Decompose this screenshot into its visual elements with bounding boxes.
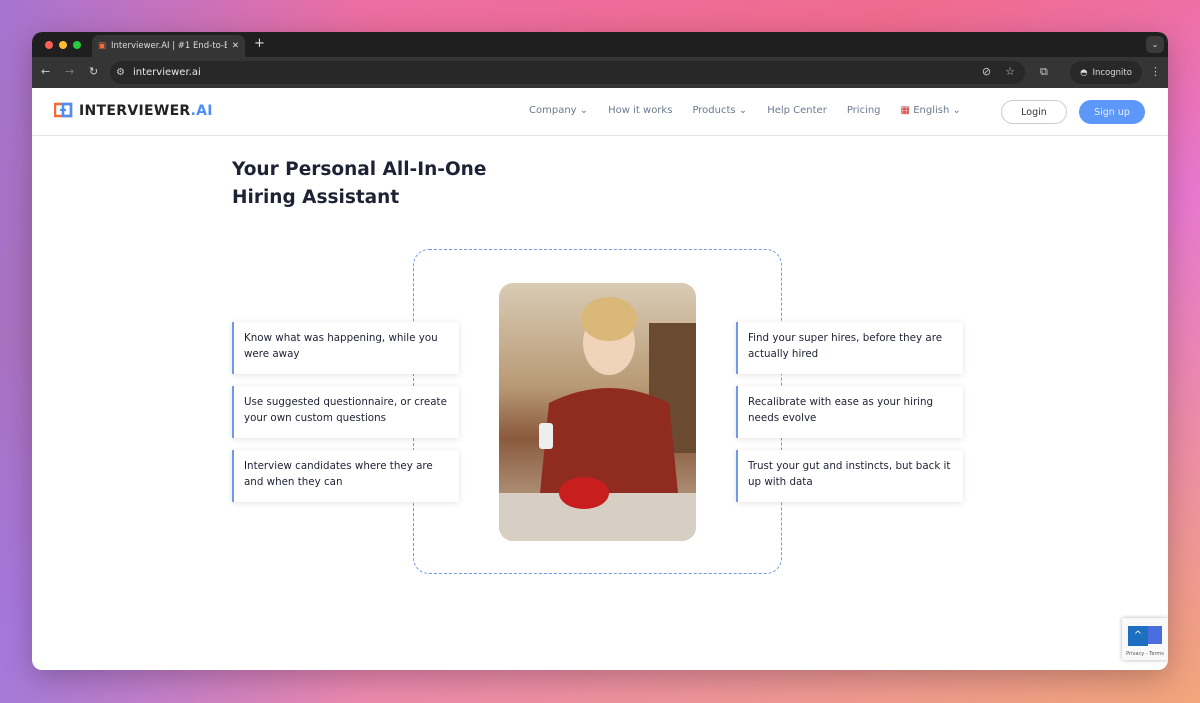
url-text: interviewer.ai <box>132 67 201 78</box>
nav-pricing[interactable]: Pricing <box>847 105 881 116</box>
close-window-button[interactable] <box>45 41 53 49</box>
address-bar[interactable]: ⚙ interviewer.ai ⊘ ☆ <box>110 61 1025 84</box>
site-settings-icon[interactable]: ⚙ <box>116 67 125 78</box>
back-icon[interactable]: ← <box>41 65 50 78</box>
incognito-badge[interactable]: ◓ Incognito <box>1070 61 1142 84</box>
woman-with-phone-image <box>499 283 696 541</box>
feature-card: Trust your gut and instincts, but back i… <box>736 450 963 502</box>
feature-card: Know what was happening, while you were … <box>232 322 459 374</box>
scroll-to-top-button[interactable]: ^ <box>1128 626 1148 646</box>
logo-suffix: .AI <box>190 103 213 119</box>
browser-toolbar: ← → ↻ ⚙ interviewer.ai ⊘ ☆ ⧉ ◓ Incognito ⋮ <box>32 57 1168 88</box>
main-nav: Company ⌄ How it works Products ⌄ Help C… <box>529 105 961 116</box>
close-tab-icon[interactable]: ✕ <box>232 41 239 51</box>
logo-chat-icon <box>54 102 73 118</box>
recaptcha-badge[interactable]: ^ Privacy - Terms <box>1122 618 1168 660</box>
language-selector[interactable]: ▦ English ⌄ <box>901 105 961 116</box>
bookmark-star-icon[interactable]: ☆ <box>1005 65 1015 78</box>
maximize-window-button[interactable] <box>73 41 81 49</box>
feature-card: Find your super hires, before they are a… <box>736 322 963 374</box>
login-button[interactable]: Login <box>1001 100 1067 124</box>
new-tab-button[interactable]: + <box>254 36 265 51</box>
recaptcha-logo-icon <box>1148 626 1162 644</box>
logo-text: INTERVIEWER <box>79 103 191 119</box>
tab-search-button[interactable]: ⌄ <box>1146 36 1164 53</box>
minimize-window-button[interactable] <box>59 41 67 49</box>
feature-card: Use suggested questionnaire, or create y… <box>232 386 459 438</box>
photo-illustration <box>499 297 696 541</box>
favicon-icon: ▣ <box>98 41 107 51</box>
browser-window: ▣ Interviewer.AI | #1 End-to-End ✕ + ⌄ ←… <box>32 32 1168 670</box>
browser-tab[interactable]: ▣ Interviewer.AI | #1 End-to-End ✕ <box>92 35 245 57</box>
page-title: Your Personal All-In-One Hiring Assistan… <box>232 159 487 208</box>
incognito-icon: ◓ <box>1080 67 1088 78</box>
signup-button[interactable]: Sign up <box>1079 100 1145 124</box>
tab-title: Interviewer.AI | #1 End-to-End <box>111 41 227 51</box>
nav-help-center[interactable]: Help Center <box>767 105 827 116</box>
logo[interactable]: INTERVIEWER .AI <box>54 102 213 120</box>
tab-bar: ▣ Interviewer.AI | #1 End-to-End ✕ + ⌄ <box>32 32 1168 57</box>
nav-how-it-works[interactable]: How it works <box>608 105 672 116</box>
eye-off-icon[interactable]: ⊘ <box>982 65 991 78</box>
nav-products[interactable]: Products ⌄ <box>692 105 747 116</box>
web-page: INTERVIEWER .AI Company ⌄ How it works Pr… <box>32 88 1168 670</box>
uk-flag-icon: ▦ <box>900 105 910 116</box>
incognito-label: Incognito <box>1092 67 1132 78</box>
site-header: INTERVIEWER .AI Company ⌄ How it works Pr… <box>32 88 1168 136</box>
recaptcha-links[interactable]: Privacy - Terms <box>1122 651 1168 657</box>
forward-icon[interactable]: → <box>65 65 74 78</box>
feature-card: Recalibrate with ease as your hiring nee… <box>736 386 963 438</box>
feature-card: Interview candidates where they are and … <box>232 450 459 502</box>
menu-icon[interactable]: ⋮ <box>1150 65 1161 78</box>
nav-company[interactable]: Company ⌄ <box>529 105 588 116</box>
reload-icon[interactable]: ↻ <box>89 65 98 78</box>
extensions-icon[interactable]: ⧉ <box>1040 65 1048 79</box>
